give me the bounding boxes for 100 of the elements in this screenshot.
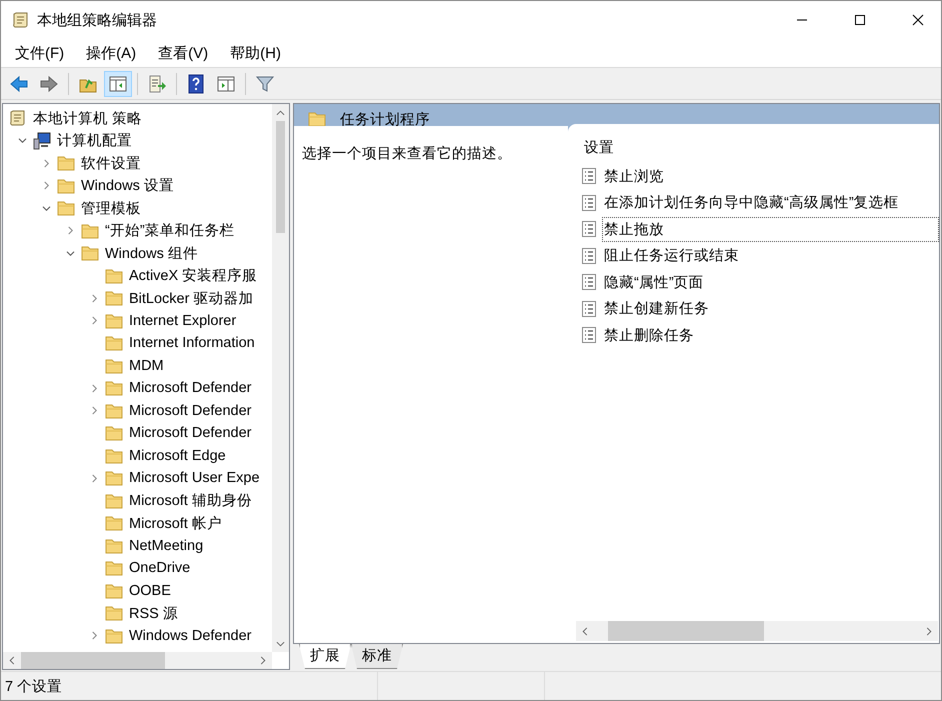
folder-icon <box>105 559 123 578</box>
scroll-right-icon[interactable] <box>260 656 266 665</box>
folder-icon <box>105 312 123 330</box>
setting-icon <box>582 248 596 264</box>
menu-item[interactable]: 操作(A) <box>78 42 144 64</box>
expand-chevron-icon[interactable] <box>42 158 50 168</box>
setting-item[interactable]: 隐藏“属性”页面 <box>602 270 939 295</box>
menu-item[interactable]: 文件(F) <box>7 42 72 64</box>
setting-item[interactable]: 禁止浏览 <box>602 164 939 189</box>
tree-item[interactable]: NetMeeting <box>3 534 272 557</box>
setting-item[interactable]: 在添加计划任务向导中隐藏“高级属性”复选框 <box>602 190 939 216</box>
scroll-up-icon[interactable] <box>276 110 285 116</box>
setting-item[interactable]: 禁止删除任务 <box>602 322 939 348</box>
folder-icon <box>105 289 123 308</box>
scroll-thumb[interactable] <box>21 652 165 669</box>
tree-item[interactable]: Windows 组件 <box>3 242 272 264</box>
setting-icon <box>582 300 596 317</box>
description-text: 选择一个项目来查看它的描述。 <box>302 146 512 162</box>
forward-arrow-icon <box>39 74 59 94</box>
setting-icon <box>582 221 596 238</box>
setting-item[interactable]: 阻止任务运行或结束 <box>602 243 939 268</box>
tree-item[interactable]: 软件设置 <box>3 152 272 174</box>
tree-item[interactable]: MDM <box>3 354 272 377</box>
tree-item[interactable]: Microsoft Defender <box>3 400 272 422</box>
expand-chevron-icon[interactable] <box>66 226 74 236</box>
folder-icon <box>105 492 123 510</box>
tree-item[interactable]: Internet Explorer <box>3 310 272 332</box>
pane-icon <box>216 74 236 94</box>
setting-item[interactable]: 禁止拖放 <box>602 216 939 242</box>
show-tree-button[interactable] <box>104 70 132 96</box>
menu-item[interactable]: 帮助(H) <box>222 42 289 64</box>
close-icon <box>912 14 924 26</box>
folder-icon <box>105 514 123 532</box>
horizontal-scrollbar[interactable] <box>576 621 938 641</box>
view-tab[interactable]: 标准 <box>351 644 403 669</box>
tree-item[interactable]: 计算机配置 <box>3 130 272 152</box>
maximize-icon <box>854 14 866 26</box>
collapse-chevron-icon[interactable] <box>42 204 50 212</box>
folder-icon <box>105 469 123 488</box>
setting-item[interactable]: 禁止创建新任务 <box>602 296 939 322</box>
status-text: 7 个设置 <box>4 678 64 696</box>
tree-item[interactable]: 本地计算机 策略 <box>3 107 272 130</box>
folder-icon <box>57 199 75 218</box>
menu-item[interactable]: 查看(V) <box>150 42 216 64</box>
vertical-scrollbar[interactable] <box>272 104 289 652</box>
folder-icon <box>105 334 123 352</box>
expand-chevron-icon[interactable] <box>90 316 98 326</box>
folder-icon <box>57 154 75 172</box>
tree-item[interactable]: RSS 源 <box>3 602 272 624</box>
computer-icon <box>33 132 51 150</box>
expand-chevron-icon[interactable] <box>90 631 98 640</box>
column-header[interactable]: 设置 <box>568 124 939 163</box>
expand-chevron-icon[interactable] <box>90 384 98 393</box>
scroll-left-icon[interactable] <box>582 626 588 636</box>
setting-icon <box>582 327 596 344</box>
filter-icon <box>255 74 275 94</box>
tree-item[interactable]: Internet Information <box>3 332 272 354</box>
back-arrow-icon <box>9 74 29 94</box>
tree-item[interactable]: ActiveX 安装程序服 <box>3 264 272 287</box>
scroll-thumb[interactable] <box>276 121 285 233</box>
scroll-left-icon[interactable] <box>9 656 15 665</box>
tree-item[interactable]: Microsoft Defender <box>3 377 272 400</box>
folder-icon <box>105 379 123 398</box>
folder-icon <box>105 582 123 600</box>
folder-icon <box>81 222 99 240</box>
tree-item[interactable]: BitLocker 驱动器加 <box>3 287 272 310</box>
horizontal-scrollbar[interactable] <box>3 652 272 669</box>
tree-item[interactable]: OneDrive <box>3 557 272 580</box>
folder-icon <box>105 626 123 645</box>
setting-icon <box>582 194 596 211</box>
tree-item[interactable]: Microsoft 辅助身份 <box>3 490 272 512</box>
folder-icon <box>105 266 123 285</box>
expand-chevron-icon[interactable] <box>90 406 98 416</box>
tree-item[interactable]: Microsoft Defender <box>3 422 272 444</box>
tree-item[interactable]: Windows 设置 <box>3 174 272 197</box>
expand-chevron-icon[interactable] <box>90 294 98 303</box>
export-list-icon <box>147 74 167 94</box>
expand-chevron-icon[interactable] <box>42 181 50 190</box>
folder-icon <box>105 536 123 555</box>
app-icon <box>12 11 30 29</box>
folder-icon <box>81 244 99 262</box>
collapse-chevron-icon[interactable] <box>18 137 26 144</box>
scroll-right-icon[interactable] <box>926 626 932 636</box>
tree-item[interactable]: Microsoft User Expe <box>3 467 272 490</box>
tree-item[interactable]: Windows Defender <box>3 624 272 647</box>
section-title: 任务计划程序 <box>340 110 430 128</box>
folder-icon <box>308 110 326 128</box>
collapse-chevron-icon[interactable] <box>66 250 74 257</box>
tree-item[interactable]: OOBE <box>3 580 272 602</box>
expand-chevron-icon[interactable] <box>90 474 98 483</box>
scroll-down-icon[interactable] <box>276 640 285 646</box>
help-icon <box>186 74 206 94</box>
tree-item[interactable]: Microsoft Edge <box>3 444 272 467</box>
scroll-icon <box>9 109 27 128</box>
scroll-thumb[interactable] <box>608 621 764 641</box>
tree-item[interactable]: “开始”菜单和任务栏 <box>3 220 272 242</box>
tree-item[interactable]: Microsoft 帐户 <box>3 512 272 534</box>
view-tab[interactable]: 扩展 <box>299 644 351 669</box>
window-title: 本地组策略编辑器 <box>37 10 157 30</box>
tree-item[interactable]: 管理模板 <box>3 197 272 220</box>
